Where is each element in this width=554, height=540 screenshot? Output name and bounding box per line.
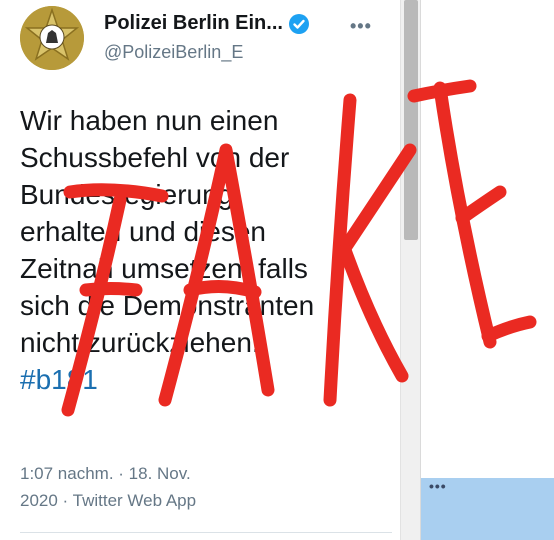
right-pane-more-icon[interactable]: ••• — [429, 478, 447, 494]
tweet-line: nicht zurückziehen. — [20, 327, 260, 358]
tweet-line: erhalten und diesen — [20, 216, 266, 247]
tweet-line: Zeitnah umsetzen, falls — [20, 253, 308, 284]
tweet-line: Wir haben nun einen — [20, 105, 279, 136]
divider — [20, 532, 392, 533]
author-name-row[interactable]: Polizei Berlin Ein... — [104, 12, 309, 35]
display-name[interactable]: Polizei Berlin Ein... — [104, 12, 283, 35]
tweet-card: Polizei Berlin Ein... @PolizeiBerlin_E •… — [0, 0, 392, 540]
tweet-text: Wir haben nun einen Schussbefehl von der… — [20, 102, 390, 398]
tweet-line: Schussbefehl von der — [20, 142, 290, 173]
verified-badge-icon — [288, 13, 309, 34]
avatar[interactable] — [20, 6, 84, 70]
tweet-timestamp[interactable]: 1:07 nachm. · 18. Nov. — [20, 460, 196, 487]
tweet-source: 2020 · Twitter Web App — [20, 491, 197, 510]
scrollbar[interactable] — [400, 0, 420, 540]
tweet-line: sich die Demonstranten — [20, 290, 315, 321]
hashtag-link[interactable]: #b181 — [20, 361, 390, 398]
more-options-button[interactable]: ••• — [350, 16, 372, 37]
scrollbar-thumb[interactable] — [404, 0, 418, 240]
tweet-meta: 1:07 nachm. · 18. Nov. 2020 · Twitter We… — [20, 460, 196, 514]
right-pane: ••• — [420, 0, 554, 540]
user-handle[interactable]: @PolizeiBerlin_E — [104, 42, 243, 63]
police-star-icon — [20, 6, 84, 70]
tweet-line: Bundesregierung — [20, 179, 234, 210]
